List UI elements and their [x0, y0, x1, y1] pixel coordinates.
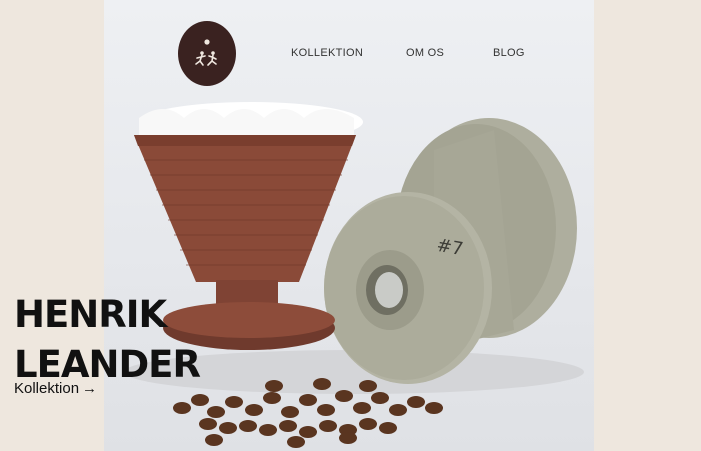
title-line-1: HENRIK — [14, 293, 167, 336]
stone-dripper: #7 — [324, 118, 577, 384]
kollektion-link-label: Kollektion — [14, 380, 80, 397]
page-title: HENRIK LEANDER — [14, 290, 201, 390]
kollektion-link[interactable]: Kollektion → — [14, 380, 97, 397]
arrow-right-icon: → — [82, 380, 98, 397]
brand-logo[interactable] — [178, 21, 236, 86]
runners-logo-icon — [195, 38, 217, 66]
nav-kollektion[interactable]: KOLLEKTION — [291, 47, 363, 59]
nav-om-os[interactable]: OM OS — [406, 47, 444, 59]
nav-blog[interactable]: BLOG — [493, 47, 525, 59]
right-panel — [594, 0, 701, 451]
